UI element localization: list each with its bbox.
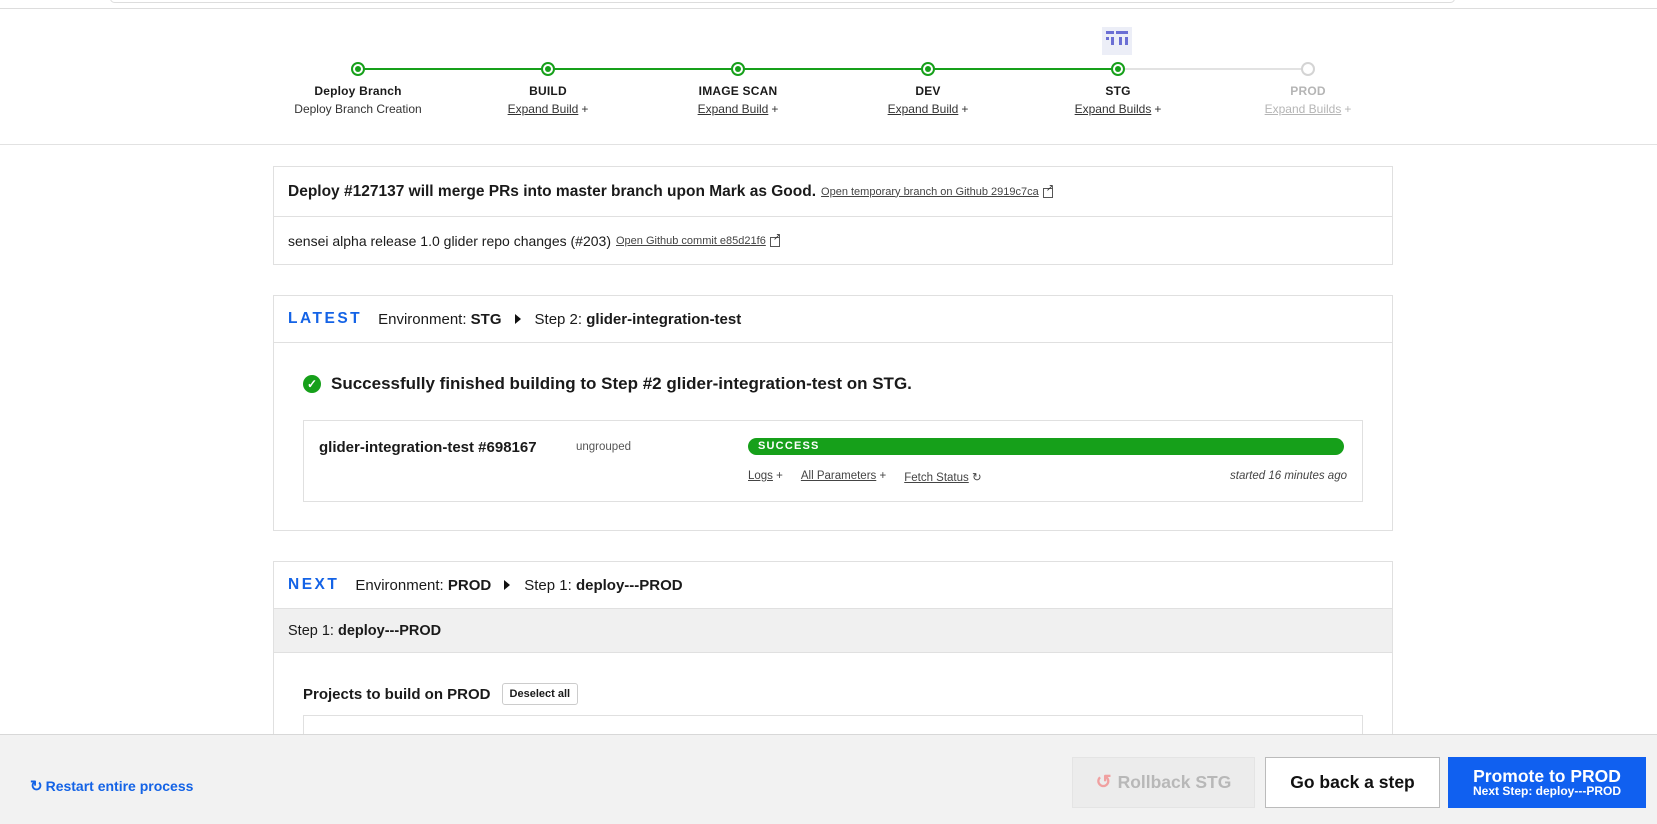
fetch-status-link[interactable]: Fetch Status (904, 472, 969, 484)
plus-icon[interactable]: + (1344, 102, 1351, 116)
external-link-icon[interactable] (1042, 183, 1054, 198)
step-bar: Step 1: deploy---PROD (274, 609, 1392, 653)
started-time: started 16 minutes ago (1230, 470, 1347, 482)
environment-label: Environment: (378, 310, 467, 328)
projects-heading-row: Projects to build on PROD Deselect all (303, 683, 579, 705)
deploy-pipeline-stepper: Deploy Branch Deploy Branch Creation BUI… (0, 10, 1657, 145)
step-label: Step 1: (524, 576, 572, 594)
stage-name: IMAGE SCAN (698, 84, 778, 98)
stage-stg: STG Expand Builds + (1023, 62, 1213, 116)
status-badge: SUCCESS (748, 438, 1344, 455)
github-commit-link[interactable]: Open Github commit e85d21f6 (616, 235, 766, 247)
plus-icon[interactable]: + (771, 102, 778, 116)
stage-dot (541, 62, 555, 76)
deselect-all-button[interactable]: Deselect all (501, 683, 579, 705)
step-bar-value: deploy---PROD (337, 622, 442, 639)
stage-name: BUILD (529, 84, 567, 98)
stage-name: DEV (915, 84, 941, 98)
job-group: ungrouped (576, 441, 631, 453)
expand-build-link[interactable]: Expand Build (508, 102, 579, 116)
stage-image-scan: IMAGE SCAN Expand Build + (643, 62, 833, 116)
restart-icon[interactable]: ↻ (30, 777, 43, 795)
latest-step-card: LATEST Environment: STG Step 2: glider-i… (273, 295, 1393, 531)
browser-top-strip (0, 0, 1657, 9)
projects-heading: Projects to build on PROD (303, 685, 491, 703)
restart-label[interactable]: Restart entire process (46, 778, 194, 794)
caret-right-icon (514, 314, 521, 324)
latest-step-header: LATEST Environment: STG Step 2: glider-i… (274, 296, 1392, 343)
environment-value: STG (470, 310, 502, 328)
action-footer: ↻ Restart entire process ↺ Rollback STG … (0, 734, 1657, 824)
external-link-icon[interactable] (769, 232, 781, 247)
fetch-status-action[interactable]: Fetch Status ↻ (904, 470, 981, 484)
success-message: Successfully finished building to Step #… (331, 374, 912, 393)
step-label: Step 2: (534, 310, 583, 328)
stage-build: BUILD Expand Build + (453, 62, 643, 116)
next-badge: NEXT (288, 576, 340, 593)
plus-icon[interactable]: + (581, 102, 588, 116)
expand-build-link[interactable]: Expand Build (888, 102, 959, 116)
next-step-card: NEXT Environment: PROD Step 1: deploy---… (273, 561, 1393, 745)
commit-message: sensei alpha release 1.0 glider repo cha… (288, 233, 611, 249)
logs-link[interactable]: Logs (748, 470, 773, 482)
stage-dot (921, 62, 935, 76)
success-banner: ✓ Successfully finished building to Step… (303, 374, 912, 394)
refresh-icon[interactable]: ↻ (972, 472, 982, 484)
environment-value: PROD (447, 576, 492, 594)
step-bar-label: Step 1: (288, 622, 334, 639)
temporary-branch-link[interactable]: Open temporary branch on Github 2919c7ca (821, 186, 1039, 198)
all-parameters-toggle[interactable]: All Parameters + (801, 470, 886, 484)
rollback-button[interactable]: ↺ Rollback STG (1072, 757, 1255, 808)
build-actions: Logs + All Parameters + Fetch Status ↻ (748, 470, 1000, 484)
stage-name: Deploy Branch (314, 84, 402, 98)
expand-builds-link[interactable]: Expand Builds (1075, 102, 1152, 116)
browser-tab-edge (110, 0, 1455, 3)
deploy-message: Deploy #127137 will merge PRs into maste… (288, 182, 817, 200)
latest-badge: LATEST (288, 310, 363, 327)
build-job-panel: glider-integration-test #698167 ungroupe… (303, 420, 1363, 502)
promote-next-step[interactable]: Next Step: deploy---PROD (1473, 785, 1621, 798)
stage-deploy-branch: Deploy Branch Deploy Branch Creation (263, 62, 453, 116)
environment-label: Environment: (355, 576, 444, 594)
expand-builds-link[interactable]: Expand Builds (1265, 102, 1342, 116)
promote-label[interactable]: Promote to PROD (1473, 767, 1621, 786)
stage-prod: PROD Expand Builds + (1213, 62, 1403, 116)
caret-right-icon (504, 580, 511, 590)
stage-dot (1301, 62, 1315, 76)
logs-toggle[interactable]: Logs + (748, 470, 783, 484)
stage-dot (731, 62, 745, 76)
expand-build-link[interactable]: Expand Build (698, 102, 769, 116)
promote-button[interactable]: Promote to PROD Next Step: deploy---PROD (1448, 757, 1646, 808)
all-parameters-link[interactable]: All Parameters (801, 470, 876, 482)
step-value: glider-integration-test (586, 310, 742, 328)
check-circle-icon: ✓ (303, 375, 321, 393)
stage-dev: DEV Expand Build + (833, 62, 1023, 116)
plus-icon[interactable]: + (1154, 102, 1161, 116)
stage-name: PROD (1290, 84, 1326, 98)
stage-dot (351, 62, 365, 76)
go-back-button[interactable]: Go back a step (1265, 757, 1440, 808)
stage-subtitle: Deploy Branch Creation (294, 102, 422, 116)
deploy-summary-card: Deploy #127137 will merge PRs into maste… (273, 166, 1393, 265)
step-value: deploy---PROD (575, 576, 683, 594)
restart-process-button[interactable]: ↻ Restart entire process (30, 777, 193, 795)
undo-icon: ↺ (1095, 772, 1112, 793)
job-name: glider-integration-test #698167 (319, 439, 537, 456)
stage-name: STG (1105, 84, 1131, 98)
rollback-label: Rollback STG (1117, 772, 1232, 792)
plus-icon[interactable]: + (961, 102, 968, 116)
next-step-header: NEXT Environment: PROD Step 1: deploy---… (274, 562, 1392, 609)
stage-dot (1111, 62, 1125, 76)
